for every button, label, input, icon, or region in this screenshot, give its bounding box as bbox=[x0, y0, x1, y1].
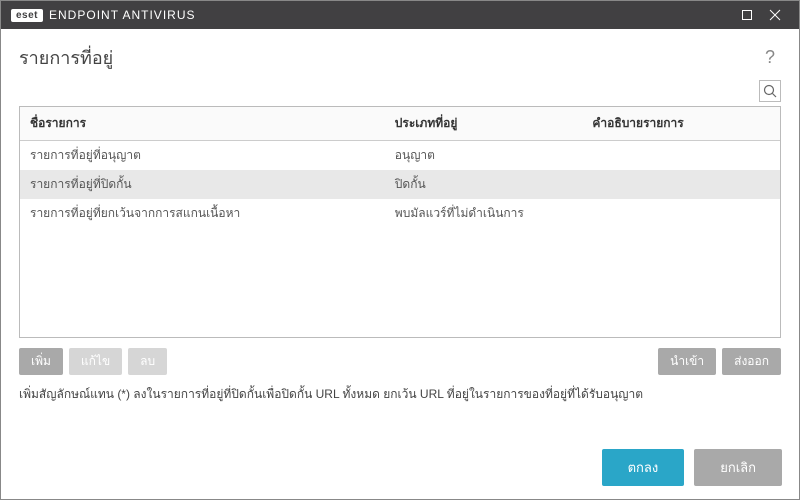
export-button[interactable]: ส่งออก bbox=[722, 348, 781, 375]
close-icon bbox=[769, 9, 781, 21]
delete-button[interactable]: ลบ bbox=[128, 348, 167, 375]
cell-name: รายการที่อยู่ที่อนุญาต bbox=[20, 141, 385, 170]
cell-type: พบมัลแวร์ที่ไม่ดำเนินการ bbox=[385, 199, 583, 228]
table-row[interactable]: รายการที่อยู่ที่ยกเว้นจากการสแกนเนื้อหา … bbox=[20, 199, 780, 228]
edit-button[interactable]: แก้ไข bbox=[69, 348, 122, 375]
cell-desc bbox=[582, 141, 780, 170]
search-icon bbox=[763, 84, 777, 98]
ok-button[interactable]: ตกลง bbox=[602, 449, 685, 486]
cell-name: รายการที่อยู่ที่ยกเว้นจากการสแกนเนื้อหา bbox=[20, 199, 385, 228]
import-button[interactable]: นำเข้า bbox=[658, 348, 716, 375]
close-button[interactable] bbox=[761, 1, 789, 29]
table-row[interactable]: รายการที่อยู่ที่อนุญาต อนุญาต bbox=[20, 141, 780, 170]
footer: ตกลง ยกเลิก bbox=[0, 435, 800, 500]
search-button[interactable] bbox=[759, 80, 781, 102]
action-row: เพิ่ม แก้ไข ลบ นำเข้า ส่งออก bbox=[1, 338, 799, 381]
header: รายการที่อยู่ ? bbox=[1, 29, 799, 80]
help-button[interactable]: ? bbox=[759, 45, 781, 70]
brand-badge: eset bbox=[11, 9, 43, 22]
col-header-desc[interactable]: คำอธิบายรายการ bbox=[582, 107, 780, 140]
cell-desc bbox=[582, 170, 780, 199]
search-row bbox=[1, 80, 799, 106]
page-title: รายการที่อยู่ bbox=[19, 43, 113, 72]
cancel-button[interactable]: ยกเลิก bbox=[694, 449, 782, 486]
address-list-table: ชื่อรายการ ประเภทที่อยู่ คำอธิบายรายการ … bbox=[19, 106, 781, 338]
add-button[interactable]: เพิ่ม bbox=[19, 348, 63, 375]
titlebar: eset ENDPOINT ANTIVIRUS bbox=[1, 1, 799, 29]
col-header-type[interactable]: ประเภทที่อยู่ bbox=[385, 107, 583, 140]
cell-name: รายการที่อยู่ที่ปิดกั้น bbox=[20, 170, 385, 199]
table-body: รายการที่อยู่ที่อนุญาต อนุญาต รายการที่อ… bbox=[20, 141, 780, 228]
table-header: ชื่อรายการ ประเภทที่อยู่ คำอธิบายรายการ bbox=[20, 107, 780, 141]
cell-type: อนุญาต bbox=[385, 141, 583, 170]
table-row[interactable]: รายการที่อยู่ที่ปิดกั้น ปิดกั้น bbox=[20, 170, 780, 199]
product-name: ENDPOINT ANTIVIRUS bbox=[49, 8, 195, 22]
hint-text: เพิ่มสัญลักษณ์แทน (*) ลงในรายการที่อยู่ท… bbox=[1, 381, 799, 414]
minimize-icon bbox=[741, 9, 753, 21]
cell-type: ปิดกั้น bbox=[385, 170, 583, 199]
col-header-name[interactable]: ชื่อรายการ bbox=[20, 107, 385, 140]
cell-desc bbox=[582, 199, 780, 228]
minimize-button[interactable] bbox=[733, 1, 761, 29]
